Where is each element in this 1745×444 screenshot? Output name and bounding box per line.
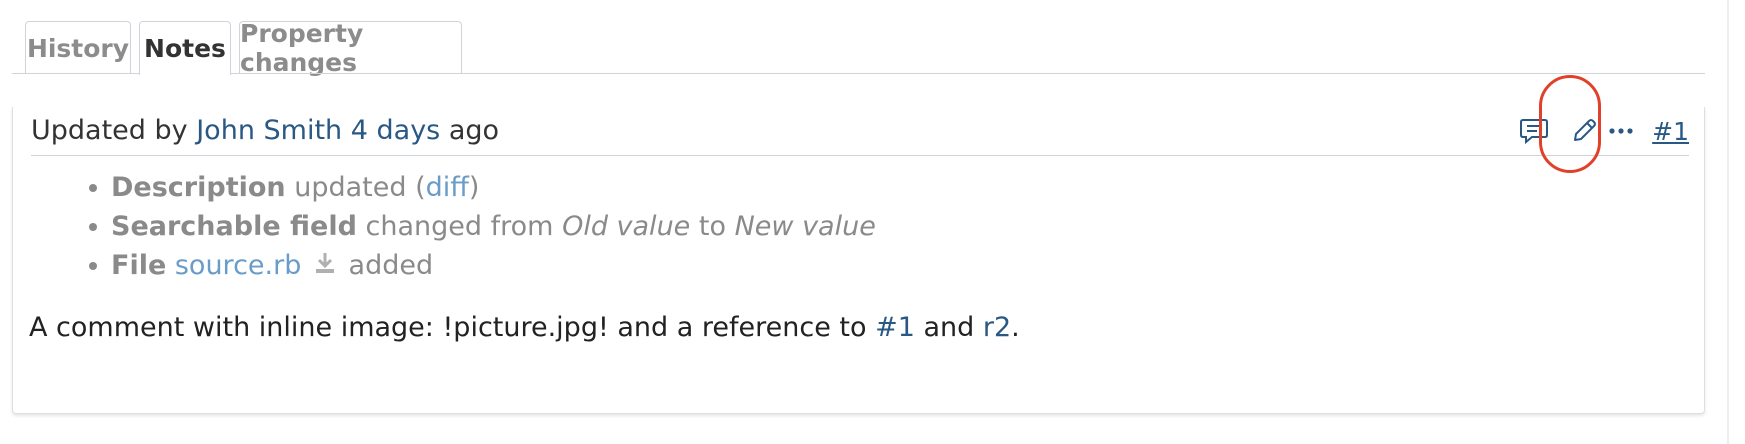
- detail-to: to: [698, 211, 726, 242]
- journal-header: Updated by John Smith 4 days ago #1: [31, 107, 1689, 156]
- detail-text: updated (: [294, 172, 426, 203]
- detail-field: Searchable field: [111, 211, 357, 242]
- file-link[interactable]: source.rb: [175, 250, 301, 281]
- more-icon[interactable]: [1608, 126, 1634, 136]
- journal-header-text: Updated by John Smith 4 days ago: [31, 115, 499, 146]
- page-divider: [1727, 0, 1729, 444]
- note-number-link[interactable]: #1: [1652, 117, 1689, 146]
- issue-ref-link[interactable]: #1: [875, 312, 915, 343]
- author-link[interactable]: John Smith: [196, 115, 342, 146]
- tab-history-label: History: [26, 33, 130, 63]
- list-item: Searchable field changed from Old value …: [89, 207, 876, 246]
- tab-property-changes[interactable]: Property changes: [239, 19, 462, 77]
- list-item: File source.rb added: [89, 246, 876, 285]
- tab-notes-label: Notes: [144, 34, 226, 63]
- journal-entry: Updated by John Smith 4 days ago #1 Desc…: [12, 107, 1705, 414]
- new-value: New value: [734, 211, 876, 242]
- comment-and: and: [914, 312, 983, 343]
- time-link[interactable]: 4 days: [351, 115, 441, 146]
- detail-field: Description: [111, 172, 286, 203]
- detail-text: changed from: [365, 211, 554, 242]
- tab-property-changes-label: Property changes: [240, 19, 364, 77]
- tabs-baseline: [12, 73, 1705, 74]
- detail-text-after: ): [468, 172, 480, 203]
- edit-highlight-circle: [1539, 75, 1601, 173]
- tab-notes[interactable]: Notes: [139, 21, 231, 75]
- tab-history[interactable]: History: [25, 21, 131, 74]
- comment-text: A comment with inline image: !picture.jp…: [29, 312, 1020, 343]
- details-list: Description updated (diff) Searchable fi…: [89, 168, 876, 285]
- revision-ref-link[interactable]: r2: [983, 312, 1011, 343]
- download-icon[interactable]: [314, 247, 336, 286]
- comment-body: A comment with inline image: !picture.jp…: [29, 312, 876, 343]
- old-value: Old value: [562, 211, 691, 242]
- updated-by-label: Updated by: [31, 115, 188, 146]
- list-item: Description updated (diff): [89, 168, 876, 207]
- ago-label: ago: [448, 115, 500, 146]
- detail-text-after: added: [348, 250, 434, 281]
- comment-end: .: [1011, 312, 1020, 343]
- diff-link[interactable]: diff: [426, 172, 469, 203]
- detail-field: File: [111, 250, 167, 281]
